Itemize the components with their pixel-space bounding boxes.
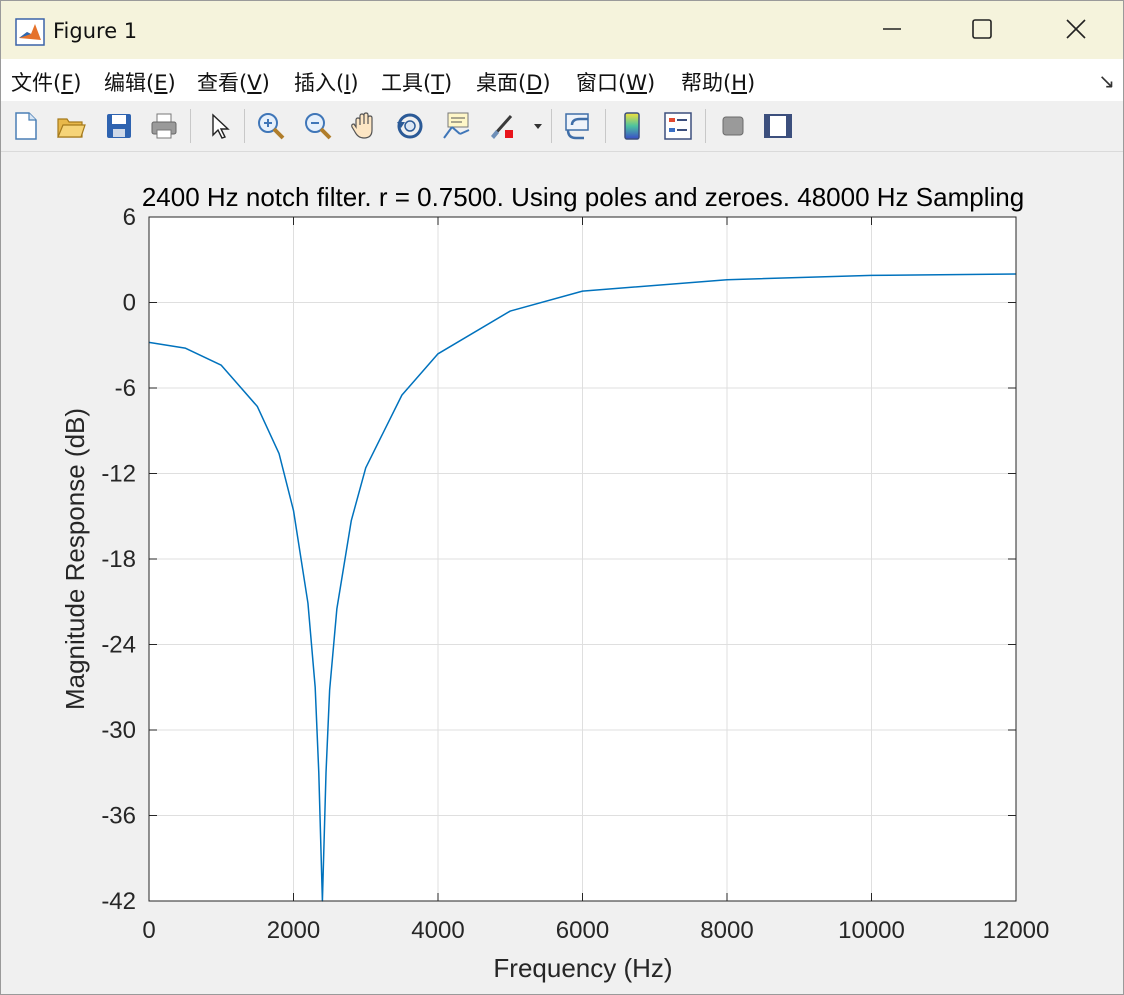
x-axis-label: Frequency (Hz)	[493, 953, 672, 983]
menu-insert[interactable]: 插入(I)	[294, 67, 359, 97]
y-tick-label: 0	[123, 290, 136, 317]
y-tick-label: -30	[101, 717, 136, 744]
link-plot-button[interactable]	[560, 107, 596, 145]
toolbar-separator	[190, 109, 191, 143]
zoom-in-button[interactable]	[253, 107, 289, 145]
menu-tools[interactable]: 工具(T)	[381, 67, 452, 97]
pan-button[interactable]	[346, 107, 382, 145]
y-tick-label: -18	[101, 546, 136, 573]
maximize-button[interactable]	[959, 9, 1005, 49]
print-icon	[151, 113, 177, 139]
show-plot-tools-button[interactable]	[760, 107, 796, 145]
brush-dropdown-button[interactable]	[529, 107, 547, 145]
y-tick-label: -6	[115, 375, 136, 402]
brush-icon	[491, 115, 513, 139]
x-tick-label: 10000	[838, 917, 905, 944]
x-tick-label: 8000	[700, 917, 753, 944]
x-tick-label: 0	[142, 917, 155, 944]
y-tick-label: -24	[101, 632, 136, 659]
menu-file[interactable]: 文件(F)	[11, 67, 82, 97]
hide-plot-tools-button[interactable]	[715, 107, 751, 145]
close-icon	[1066, 19, 1086, 39]
new-figure-icon	[15, 112, 37, 140]
zoom-out-button[interactable]	[300, 107, 336, 145]
y-tick-label: 6	[123, 204, 136, 231]
x-tick-label: 4000	[411, 917, 464, 944]
pan-hand-icon	[351, 112, 373, 139]
legend-icon	[664, 112, 692, 140]
rotate-3d-icon	[397, 113, 423, 139]
link-plot-icon	[565, 113, 589, 140]
select-button[interactable]	[201, 107, 237, 145]
rotate-3d-button[interactable]	[392, 107, 428, 145]
toolbar-separator	[244, 109, 245, 143]
x-tick-label: 6000	[556, 917, 609, 944]
open-file-icon	[57, 118, 86, 138]
data-cursor-icon	[443, 112, 470, 139]
maximize-icon	[972, 19, 992, 39]
x-tick-label: 12000	[983, 917, 1050, 944]
title-bar[interactable]: Figure 1	[1, 1, 1123, 59]
select-arrow-icon	[212, 113, 230, 139]
colorbar-button[interactable]	[614, 107, 650, 145]
minimize-icon	[883, 28, 901, 30]
hide-plot-tools-icon	[722, 116, 744, 136]
minimize-button[interactable]	[869, 9, 915, 49]
toolbar-separator	[705, 109, 706, 143]
toolbar	[1, 101, 1123, 152]
open-file-button[interactable]	[53, 107, 89, 145]
menu-help[interactable]: 帮助(H)	[681, 67, 755, 97]
close-button[interactable]	[1053, 9, 1099, 49]
menu-view[interactable]: 查看(V)	[197, 67, 270, 97]
window-title: Figure 1	[53, 19, 138, 43]
new-figure-button[interactable]	[7, 107, 43, 145]
menu-desktop[interactable]: 桌面(D)	[476, 67, 551, 97]
figure-canvas: 0 2000 4000 6000 8000 10000 12000 6 0 -6 -12 -18 -24…	[60, 182, 1050, 983]
zoom-in-icon	[258, 113, 285, 140]
chevron-down-icon	[534, 124, 542, 129]
figure-window: Figure 1 文件(F) 编辑(E) 查看(V) 插入(I) 工具(T) 桌…	[0, 0, 1124, 995]
matlab-logo-icon	[15, 18, 45, 46]
toolbar-separator	[551, 109, 552, 143]
x-tick-label: 2000	[267, 917, 320, 944]
brush-button[interactable]	[485, 107, 521, 145]
menu-bar: 文件(F) 编辑(E) 查看(V) 插入(I) 工具(T) 桌面(D) 窗口(W…	[1, 59, 1123, 102]
zoom-out-icon	[305, 113, 332, 140]
data-cursor-button[interactable]	[438, 107, 474, 145]
print-button[interactable]	[146, 107, 182, 145]
menu-window[interactable]: 窗口(W)	[576, 67, 655, 97]
y-tick-label: -42	[101, 888, 136, 915]
y-tick-label: -12	[101, 461, 136, 488]
show-plot-tools-icon	[764, 114, 792, 138]
save-icon	[107, 114, 131, 138]
chart-title: 2400 Hz notch filter. r = 0.7500. Using …	[142, 182, 1024, 212]
save-button[interactable]	[101, 107, 137, 145]
y-tick-label: -36	[101, 803, 136, 830]
menu-edit[interactable]: 编辑(E)	[104, 67, 176, 97]
y-axis-label: Magnitude Response (dB)	[60, 408, 90, 710]
toolbar-separator	[605, 109, 606, 143]
dock-arrow-icon[interactable]: ↘	[1098, 69, 1115, 93]
legend-button[interactable]	[660, 107, 696, 145]
colorbar-icon	[624, 112, 640, 140]
